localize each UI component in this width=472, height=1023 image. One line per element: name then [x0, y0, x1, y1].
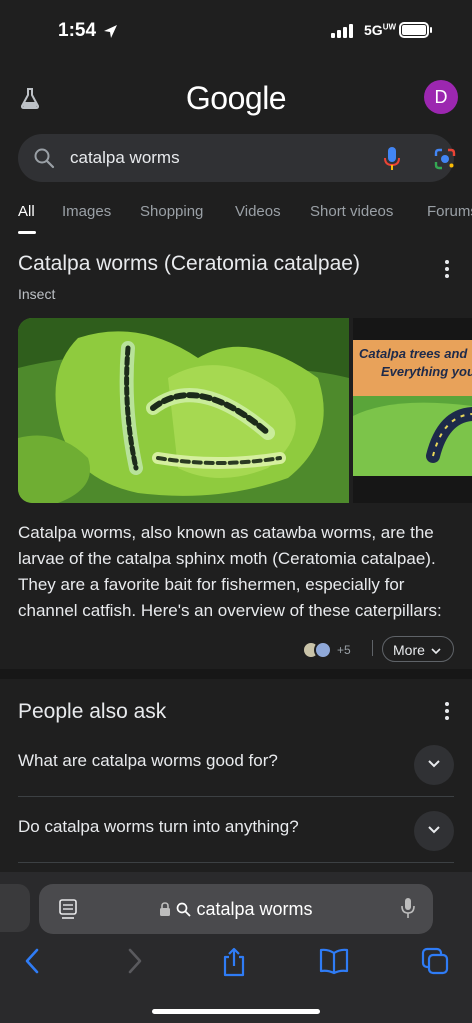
catalpa-worm-image[interactable] [18, 318, 349, 503]
section-divider [0, 669, 472, 679]
thumbnail-banner: Catalpa trees and Everything you [353, 340, 472, 396]
source-favicons[interactable]: +5 [302, 641, 351, 659]
search-box[interactable]: catalpa worms [18, 134, 456, 182]
caterpillar-photo [18, 318, 349, 503]
previous-tab-preview[interactable] [0, 884, 30, 932]
caterpillar-thumbnail-photo [353, 396, 472, 476]
people-also-ask-heading: People also ask [18, 700, 167, 723]
location-arrow-icon [104, 25, 117, 38]
share-icon[interactable] [220, 947, 248, 977]
knowledge-panel-description: Catalpa worms, also known as catawba wor… [18, 523, 442, 620]
browser-bottom-bar: catalpa worms [0, 872, 472, 1023]
paa-question[interactable]: Do catalpa worms turn into anything? [18, 797, 454, 863]
expand-chevron-icon[interactable] [414, 811, 454, 851]
google-lens-icon[interactable] [434, 148, 456, 170]
microphone-icon[interactable] [401, 897, 415, 919]
tab-images[interactable]: Images [62, 203, 111, 220]
network-type: 5GUW [364, 22, 397, 38]
more-options-icon[interactable] [445, 260, 449, 281]
lock-icon [160, 902, 171, 916]
search-tabs: All Images Shopping Videos Short videos … [18, 201, 472, 237]
tab-short-videos[interactable]: Short videos [310, 203, 393, 220]
catalpa-article-thumbnail[interactable]: Catalpa trees and Everything you [353, 318, 472, 503]
more-button[interactable]: More [382, 636, 454, 662]
tab-all[interactable]: All [18, 203, 35, 220]
tab-forums[interactable]: Forums [427, 203, 472, 220]
home-indicator [152, 1009, 320, 1014]
search-icon [177, 902, 192, 917]
knowledge-panel-subtitle: Insect [18, 286, 56, 302]
paa-question[interactable]: What are catalpa worms good for? [18, 731, 454, 797]
tab-videos[interactable]: Videos [235, 203, 281, 220]
address-bar[interactable]: catalpa worms [39, 884, 433, 934]
search-query[interactable]: catalpa worms [70, 148, 180, 168]
more-sources-count: +5 [337, 643, 351, 657]
avatar[interactable]: D [424, 80, 458, 114]
knowledge-panel-title[interactable]: Catalpa worms (Ceratomia catalpae) [18, 252, 360, 276]
tabs-icon[interactable] [421, 947, 449, 975]
battery-icon [399, 22, 432, 38]
tab-shopping[interactable]: Shopping [140, 203, 203, 220]
cellular-signal-icon [331, 24, 353, 38]
back-icon[interactable] [23, 947, 41, 975]
status-time: 1:54 [58, 20, 97, 41]
google-logo[interactable]: Google [0, 80, 472, 117]
address-text[interactable]: catalpa worms [39, 899, 433, 920]
search-icon [34, 148, 55, 169]
divider [372, 640, 373, 656]
voice-search-icon[interactable] [382, 146, 402, 172]
status-bar: 1:54 5GUW [0, 0, 472, 64]
more-options-icon[interactable] [445, 702, 449, 723]
chevron-down-icon [431, 648, 441, 655]
active-tab-indicator [18, 231, 36, 234]
forward-icon[interactable] [126, 947, 144, 975]
bookmarks-icon[interactable] [318, 947, 350, 975]
expand-chevron-icon[interactable] [414, 745, 454, 785]
source-favicon [314, 641, 332, 659]
